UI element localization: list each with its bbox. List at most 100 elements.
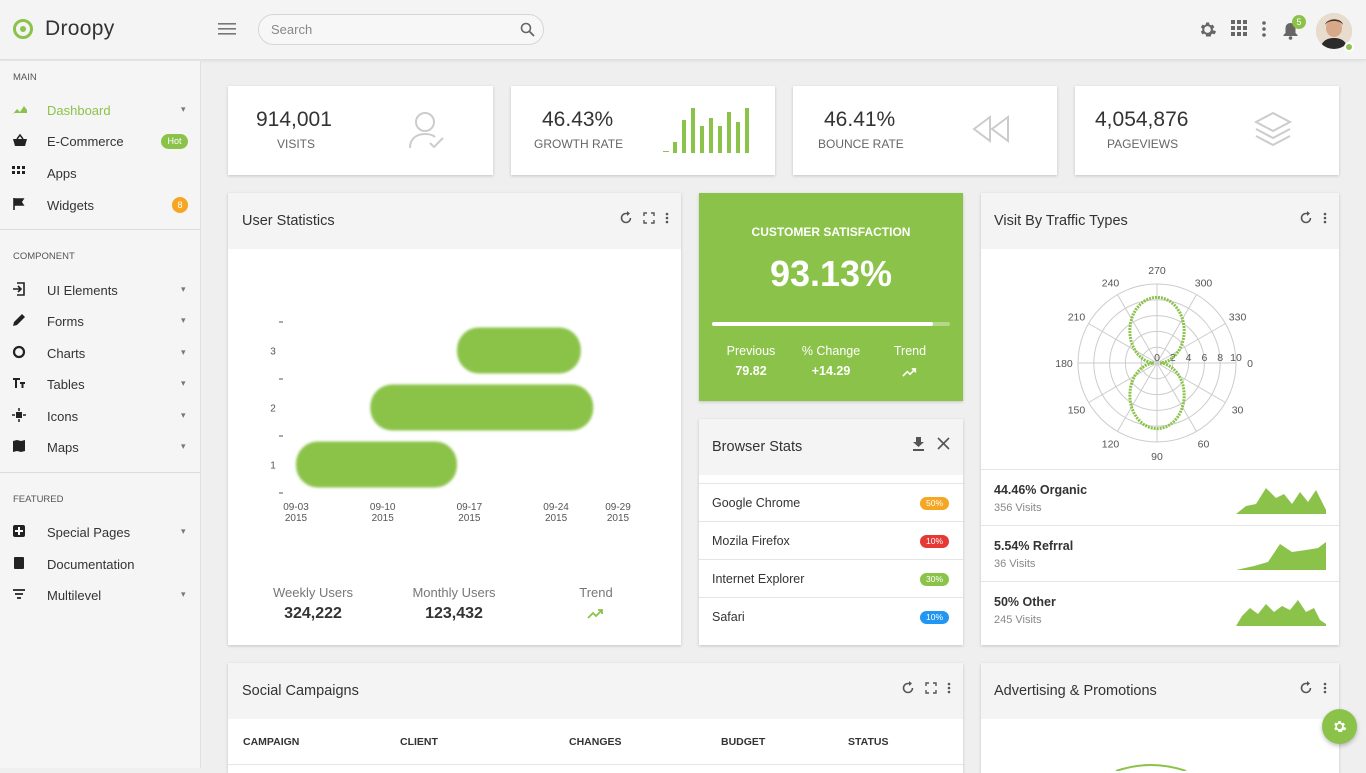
sidebar-item-label: Forms [47,314,84,329]
menu-toggle-icon[interactable] [218,22,236,41]
refresh-icon[interactable] [901,681,915,700]
polar-radial-label: 6 [1201,352,1207,364]
flag-icon [12,197,28,213]
polar-angle-label: 270 [1148,265,1166,277]
sidebar-item-maps[interactable]: Maps ▾ [0,433,200,461]
x-tick-label: 09-17 2015 [457,502,483,524]
close-icon[interactable] [937,437,950,456]
dashboard-icon [12,102,28,118]
polar-angle-label: 120 [1102,439,1120,451]
fullscreen-icon[interactable] [643,211,655,230]
browser-pct-badge: 50% [920,497,949,510]
cs-change-label: % Change [801,344,861,358]
table-header-changes[interactable]: CHANGES [569,736,622,748]
browser-name: Google Chrome [712,496,801,510]
stat-value: 4,054,876 [1095,108,1189,131]
table-divider [228,764,963,765]
sidebar-item-ui-elements[interactable]: UI Elements ▾ [0,276,200,304]
chevron-down-icon: ▾ [181,104,186,114]
browser-row[interactable]: Safari 10% [699,597,963,635]
cs-title: CUSTOMER SATISFACTION [751,225,911,239]
refresh-icon[interactable] [619,211,633,230]
table-header-budget[interactable]: BUDGET [721,736,765,748]
sidebar-item-label: Charts [47,346,86,361]
polar-angle-label: 60 [1198,439,1210,451]
polar-angle-label: 300 [1195,277,1213,289]
logo-icon [13,19,33,39]
table-header-status[interactable]: STATUS [848,736,888,748]
settings-fab[interactable] [1322,709,1357,744]
polar-radial-label: 0 [1154,352,1160,364]
icons-icon [12,408,28,424]
traffic-row-title: 44.46% Organic [994,483,1088,497]
online-status-dot [1344,42,1354,52]
sidebar-item-label: Special Pages [47,525,131,540]
more-vert-icon[interactable] [1261,20,1267,43]
sidebar-item-special-pages[interactable]: Special Pages ▾ [0,518,200,546]
stat-label: GROWTH RATE [534,137,624,151]
polar-angle-label: 0 [1247,358,1253,370]
browser-row[interactable]: Mozila Firefox 10% [699,521,963,559]
more-vert-icon[interactable] [665,211,669,230]
x-tick-label: 09-29 2015 [605,502,631,524]
stat-value: 914,001 [256,108,332,131]
sidebar-item-apps[interactable]: Apps [0,159,200,187]
apps-icon [12,165,28,181]
stat-card-pageviews: 4,054,876 PAGEVIEWS [1075,86,1339,175]
logo[interactable]: Droopy [12,17,115,41]
browser-row[interactable]: Google Chrome 50% [699,483,963,521]
cs-progress-track [712,322,950,326]
panel-tools [1299,211,1327,230]
traffic-row[interactable]: 44.46% Organic 356 Visits [981,469,1339,525]
user-statistics-panel: User Statistics 1 2 3 09-03 2015 09-10 2015 09-… [228,193,681,645]
panel-title: Social Campaigns [242,683,359,699]
sidebar-item-multilevel[interactable]: Multilevel ▾ [0,581,200,609]
panel-tools [619,211,669,230]
sidebar-item-charts[interactable]: Charts ▾ [0,339,200,367]
sidebar-item-tables[interactable]: Tables ▾ [0,370,200,398]
table-header-campaign[interactable]: CAMPAIGN [243,736,299,748]
sidebar-item-dashboard[interactable]: Dashboard ▾ [0,96,200,124]
sidebar-item-e-commerce[interactable]: E-Commerce Hot [0,127,200,155]
polar-angle-label: 30 [1232,405,1244,417]
gear-icon[interactable] [1198,20,1217,44]
sidebar-item-forms[interactable]: Forms ▾ [0,307,200,335]
monthly-users-label: Monthly Users [412,585,496,600]
traffic-row[interactable]: 5.54% Refrral 36 Visits [981,525,1339,581]
cs-progress-fill [712,322,934,326]
sidebar-item-documentation[interactable]: Documentation [0,550,200,578]
search-box [258,14,544,45]
search-input[interactable] [259,15,499,44]
polar-radial-label: 4 [1186,352,1192,364]
refresh-icon[interactable] [1299,681,1313,700]
sidebar-item-widgets[interactable]: Widgets 8 [0,191,200,219]
panel-header: Social Campaigns [228,663,963,719]
refresh-icon[interactable] [1299,211,1313,230]
traffic-row[interactable]: 50% Other 245 Visits [981,581,1339,637]
more-vert-icon[interactable] [1323,211,1327,230]
sidebar-item-label: Apps [47,166,77,181]
apps-grid-icon[interactable] [1231,20,1248,42]
download-icon[interactable] [912,437,925,456]
sidebar-item-label: Multilevel [47,588,102,603]
more-vert-icon[interactable] [1323,681,1327,700]
traffic-sparkline [1236,488,1326,514]
panel-tools [1299,681,1327,700]
y-tick-label: 3 [270,347,276,358]
sidebar-item-icons[interactable]: Icons ▾ [0,402,200,430]
search-icon[interactable] [520,22,535,42]
browser-row[interactable]: Internet Explorer 30% [699,559,963,597]
user-check-icon [408,110,446,155]
stat-card-visits: 914,001 VISITS [228,86,493,175]
sidebar-item-label: Maps [47,440,79,455]
polar-spoke [1156,362,1197,432]
table-header-client[interactable]: CLIENT [400,736,438,748]
fullscreen-icon[interactable] [925,681,937,700]
x-tick-label: 09-03 2015 [283,502,309,524]
chevron-down-icon: ▾ [181,315,186,325]
book-icon [12,556,28,572]
more-vert-icon[interactable] [947,681,951,700]
chevron-down-icon: ▾ [181,347,186,357]
y-tick-label: 1 [270,461,276,472]
sidebar-section-main: MAIN [13,72,37,83]
